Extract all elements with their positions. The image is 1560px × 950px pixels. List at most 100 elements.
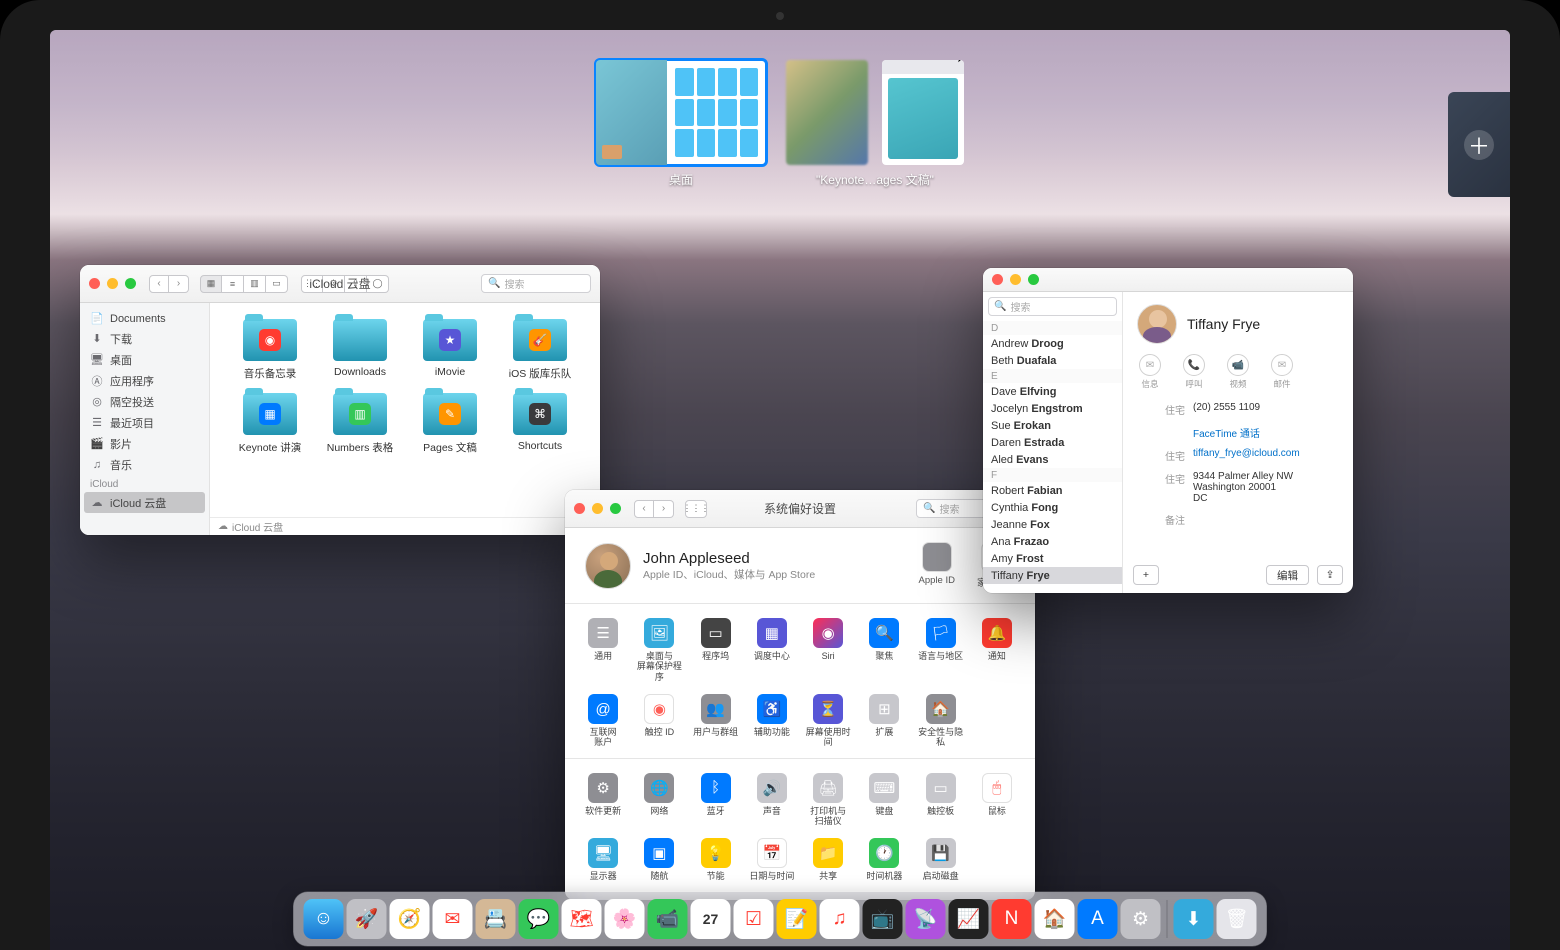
dock-app-safari[interactable]: 🧭 [390, 899, 430, 939]
pref-pane[interactable]: ⌨键盘 [858, 773, 910, 827]
folder-item[interactable]: ▥Numbers 表格 [318, 393, 402, 455]
pref-pane[interactable]: 🔊声音 [746, 773, 798, 827]
pref-pane[interactable]: ▦调度中心 [746, 618, 798, 682]
dock-app-news[interactable]: N [992, 899, 1032, 939]
folder-item[interactable]: ✎Pages 文稿 [408, 393, 492, 455]
pref-pane[interactable]: 🏳语言与地区 [915, 618, 967, 682]
pref-pane[interactable]: ⊞扩展 [858, 694, 910, 748]
contact-row[interactable]: Ana Frazao [983, 533, 1122, 550]
mc-space-desktop[interactable]: 桌面 [596, 60, 766, 188]
pref-pane[interactable]: 🖱鼠标 [971, 773, 1023, 827]
dock-app-sysprefs[interactable]: ⚙ [1121, 899, 1161, 939]
sidebar-item[interactable]: ⬇下载 [80, 328, 209, 349]
pref-pane[interactable]: ◉Siri [802, 618, 854, 682]
dock-app-podcasts[interactable]: 📡 [906, 899, 946, 939]
dock-app-music[interactable]: ♫ [820, 899, 860, 939]
pref-pane[interactable]: 💾启动磁盘 [915, 838, 967, 881]
sidebar-item[interactable]: ♫音乐 [80, 454, 209, 475]
pref-pane[interactable]: @互联网 账户 [577, 694, 629, 748]
close-button[interactable] [89, 278, 100, 289]
mc-add-to-space-icon[interactable]: ＋ [928, 133, 950, 155]
dock-app-trash[interactable]: 🗑 [1217, 899, 1257, 939]
pref-pane[interactable]: 🔔通知 [971, 618, 1023, 682]
sidebar-item[interactable]: 🖥桌面 [80, 349, 209, 370]
contact-row[interactable]: Sue Erokan [983, 417, 1122, 434]
view-mode-segmented[interactable]: ▦ ≡ ▥ ▭ [200, 275, 288, 293]
sidebar-item[interactable]: ◎隔空投送 [80, 391, 209, 412]
dock-app-reminders[interactable]: ☑ [734, 899, 774, 939]
pref-pane[interactable]: 🕐时间机器 [858, 838, 910, 881]
pref-pane[interactable]: 🌐网络 [633, 773, 685, 827]
forward-button[interactable]: › [654, 500, 674, 518]
minimize-button[interactable] [107, 278, 118, 289]
pref-pane[interactable]: ᛒ蓝牙 [690, 773, 742, 827]
contact-row[interactable]: Cynthia Fong [983, 499, 1122, 516]
dock-app-photos[interactable]: 🌸 [605, 899, 645, 939]
sidebar-item[interactable]: ☁iCloud 云盘 [84, 492, 205, 513]
header-pref-item[interactable]: Apple ID [919, 542, 955, 589]
contact-action[interactable]: ✉信息 [1139, 354, 1161, 390]
pref-pane[interactable]: 🔍聚焦 [858, 618, 910, 682]
close-button[interactable] [992, 274, 1003, 285]
icon-view-button[interactable]: ▦ [200, 275, 222, 293]
pref-pane[interactable]: ▣随航 [633, 838, 685, 881]
zoom-button[interactable] [125, 278, 136, 289]
pref-pane[interactable]: 📅日期与时间 [746, 838, 798, 881]
tags-button[interactable]: ◯ [367, 275, 389, 293]
pref-pane[interactable]: 👥用户与群组 [690, 694, 742, 748]
pref-pane[interactable]: ♿辅助功能 [746, 694, 798, 748]
dock-app-downloads[interactable]: ⬇ [1174, 899, 1214, 939]
forward-button[interactable]: › [169, 275, 189, 293]
pref-pane[interactable]: ⏳屏幕使用时间 [802, 694, 854, 748]
contact-action[interactable]: 📞呼叫 [1183, 354, 1205, 390]
finder-titlebar[interactable]: ‹ › iCloud 云盘 ▦ ≡ ▥ ▭ ⋮⋮ ⚙ ⇪ ◯ 🔍 [80, 265, 600, 303]
contact-row[interactable]: Aled Evans [983, 451, 1122, 468]
folder-item[interactable]: ★iMovie [408, 319, 492, 381]
arrange-button[interactable]: ⋮⋮ [301, 275, 323, 293]
pref-pane[interactable]: 🖥显示器 [577, 838, 629, 881]
contact-row[interactable]: Jocelyn Engstrom [983, 400, 1122, 417]
share-button[interactable]: ⇪ [1317, 565, 1343, 585]
dock-app-launchpad[interactable]: 🚀 [347, 899, 387, 939]
pref-pane[interactable]: 💡节能 [690, 838, 742, 881]
mc-thumb-desktop[interactable] [596, 60, 766, 165]
pref-pane[interactable]: 🖼桌面与 屏幕保护程序 [633, 618, 685, 682]
contact-row[interactable]: Dave Elfving [983, 383, 1122, 400]
dock-app-calendar[interactable]: 27 [691, 899, 731, 939]
contact-row[interactable]: Jeanne Fox [983, 516, 1122, 533]
pref-pane[interactable]: ▭程序坞 [690, 618, 742, 682]
folder-item[interactable]: 🎸iOS 版库乐队 [498, 319, 582, 381]
dock-app-messages[interactable]: 💬 [519, 899, 559, 939]
sidebar-item[interactable]: 📄Documents [80, 309, 209, 328]
mc-thumb-app2[interactable]: ➤ ＋ [882, 60, 964, 165]
back-button[interactable]: ‹ [634, 500, 654, 518]
contact-row[interactable]: Robert Fabian [983, 482, 1122, 499]
column-view-button[interactable]: ▥ [244, 275, 266, 293]
folder-item[interactable]: ◉音乐备忘录 [228, 319, 312, 381]
mc-add-space[interactable]: ＋ [1448, 92, 1510, 197]
folder-item[interactable]: ⌘Shortcuts [498, 393, 582, 455]
add-button[interactable]: + [1133, 565, 1159, 585]
account-row[interactable]: John Appleseed Apple ID、iCloud、媒体与 App S… [565, 528, 1035, 604]
dock-app-appstore[interactable]: A [1078, 899, 1118, 939]
dock-app-stocks[interactable]: 📈 [949, 899, 989, 939]
dock-app-mail[interactable]: ✉ [433, 899, 473, 939]
sysprefs-titlebar[interactable]: ‹ › ⋮⋮⋮ 系统偏好设置 🔍 搜索 [565, 490, 1035, 528]
contact-action[interactable]: ✉邮件 [1271, 354, 1293, 390]
sidebar-item[interactable]: ☰最近项目 [80, 412, 209, 433]
edit-button[interactable]: 编辑 [1266, 565, 1309, 585]
pref-pane[interactable]: 📁共享 [802, 838, 854, 881]
back-button[interactable]: ‹ [149, 275, 169, 293]
pref-pane[interactable]: ☰通用 [577, 618, 629, 682]
action-button[interactable]: ⚙ [323, 275, 345, 293]
contact-row[interactable]: Tiffany Frye [983, 567, 1122, 584]
folder-item[interactable]: ▦Keynote 讲演 [228, 393, 312, 455]
dock-app-finder[interactable]: ☺ [304, 899, 344, 939]
contact-action[interactable]: 📹视频 [1227, 354, 1249, 390]
close-button[interactable] [574, 503, 585, 514]
folder-item[interactable]: Downloads [318, 319, 402, 381]
gallery-view-button[interactable]: ▭ [266, 275, 288, 293]
grid-button[interactable]: ⋮⋮⋮ [685, 500, 707, 518]
pref-pane[interactable]: ▭触控板 [915, 773, 967, 827]
zoom-button[interactable] [610, 503, 621, 514]
